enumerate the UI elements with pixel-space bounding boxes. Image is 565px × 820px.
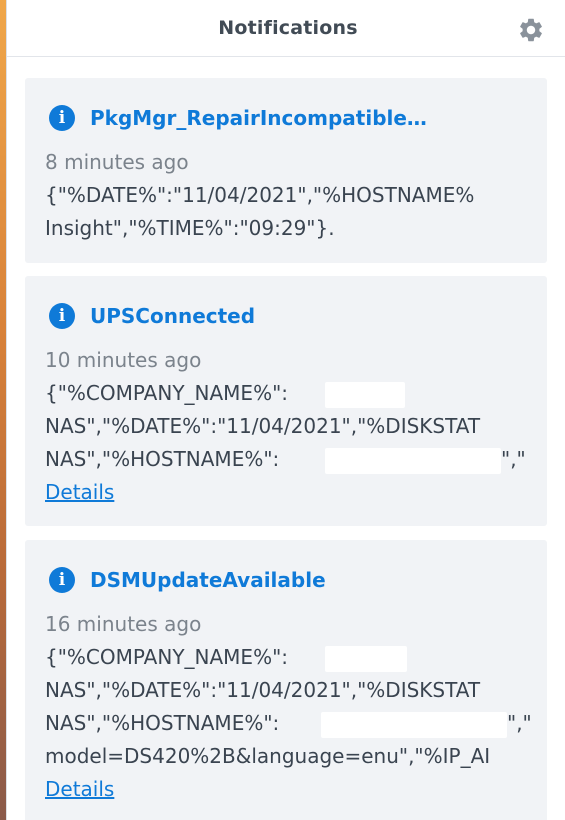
notification-message-line: model=DS420%2B&language=enu","%IP_AI bbox=[45, 744, 491, 768]
notification-message-line: Insight","%TIME%":"09:29"}. bbox=[45, 216, 335, 240]
notification-message-line: NAS","%HOSTNAME%": bbox=[45, 711, 280, 735]
notification-title-row: i UPSConnected bbox=[49, 303, 255, 329]
info-icon: i bbox=[49, 105, 75, 131]
notification-title[interactable]: DSMUpdateAvailable bbox=[90, 568, 326, 592]
redaction-mark bbox=[321, 712, 507, 738]
notification-message-line: NAS","%HOSTNAME%": bbox=[45, 447, 280, 471]
panel-header: Notifications bbox=[7, 0, 565, 57]
notification-card[interactable]: i DSMUpdateAvailable 16 minutes ago {"%C… bbox=[25, 540, 547, 820]
notification-card[interactable]: i UPSConnected 10 minutes ago {"%COMPANY… bbox=[25, 276, 547, 526]
details-link[interactable]: Details bbox=[45, 777, 114, 801]
gear-icon[interactable] bbox=[517, 16, 545, 44]
notification-message-line: "," bbox=[507, 711, 532, 735]
redaction-mark bbox=[325, 382, 405, 408]
details-link[interactable]: Details bbox=[45, 480, 114, 504]
notification-message-line: {"%COMPANY_NAME%": bbox=[45, 381, 289, 405]
notification-message-line: "," bbox=[501, 447, 526, 471]
notification-time: 10 minutes ago bbox=[45, 348, 202, 372]
notification-time: 16 minutes ago bbox=[45, 612, 202, 636]
notification-list[interactable]: i PkgMgr_RepairIncompatible… 8 minutes a… bbox=[7, 57, 565, 820]
notification-message-line: {"%DATE%":"11/04/2021","%HOSTNAME% bbox=[45, 183, 475, 207]
notifications-panel: Notifications i PkgMgr_RepairIncompatibl… bbox=[6, 0, 565, 820]
panel-title: Notifications bbox=[218, 17, 358, 39]
notification-title[interactable]: PkgMgr_RepairIncompatible… bbox=[90, 106, 427, 130]
notification-message-line: NAS","%DATE%":"11/04/2021","%DISKSTAT bbox=[45, 414, 481, 438]
info-icon: i bbox=[49, 567, 75, 593]
redaction-mark bbox=[325, 448, 501, 474]
notification-message-line: NAS","%DATE%":"11/04/2021","%DISKSTAT bbox=[45, 678, 481, 702]
notification-title-row: i PkgMgr_RepairIncompatible… bbox=[49, 105, 427, 131]
notification-title[interactable]: UPSConnected bbox=[90, 304, 255, 328]
notification-message-line: {"%COMPANY_NAME%": bbox=[45, 645, 289, 669]
notification-card[interactable]: i PkgMgr_RepairIncompatible… 8 minutes a… bbox=[25, 78, 547, 263]
notification-time: 8 minutes ago bbox=[45, 150, 189, 174]
redaction-mark bbox=[325, 646, 407, 672]
info-icon: i bbox=[49, 303, 75, 329]
notification-title-row: i DSMUpdateAvailable bbox=[49, 567, 326, 593]
